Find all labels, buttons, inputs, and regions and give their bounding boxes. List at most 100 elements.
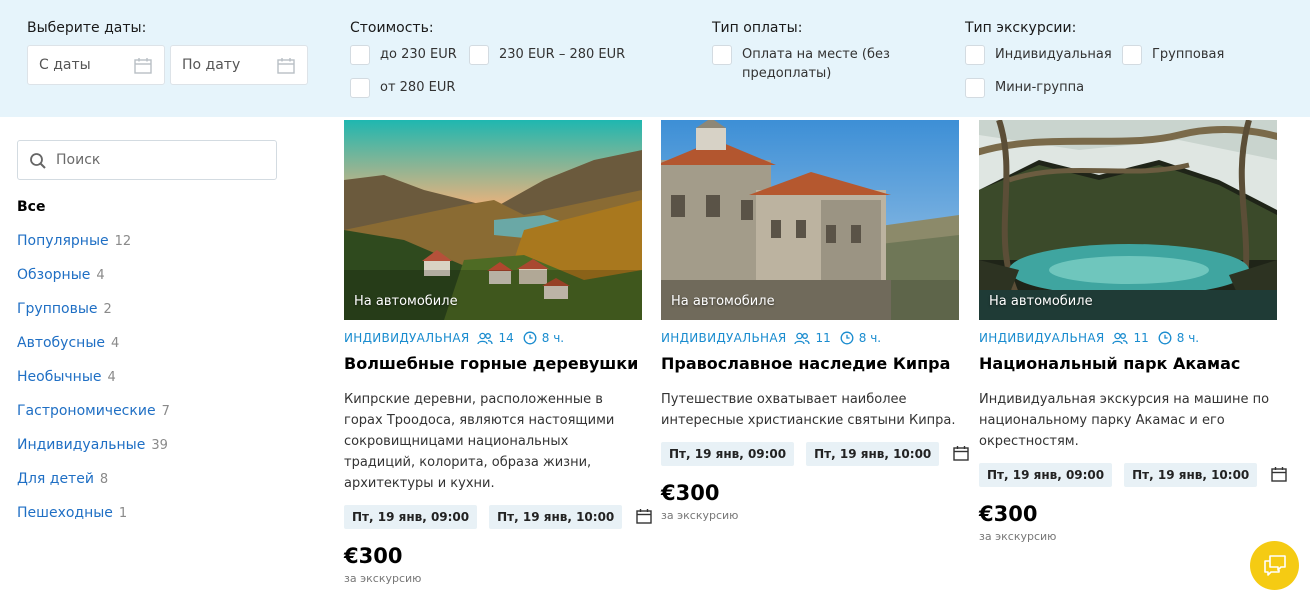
price-note: за экскурсию	[344, 572, 422, 585]
group-icon	[1112, 332, 1129, 345]
excursion-type-option[interactable]: Индивидуальная	[965, 45, 1112, 65]
category-name: Для детей	[17, 471, 94, 487]
category-count: 4	[107, 370, 116, 385]
clock-icon	[840, 331, 854, 345]
date-slot[interactable]: Пт, 19 янв, 09:00	[344, 505, 478, 529]
excursion-price: €300	[661, 481, 720, 505]
excursion-title[interactable]: Волшебные горные деревушки	[344, 354, 638, 373]
category-item[interactable]: Гастрономические 7	[17, 403, 170, 419]
excursion-type: ИНДИВИДУАЛЬНАЯ	[661, 331, 787, 345]
excursion-price: €300	[344, 544, 403, 568]
transport-label: На автомобиле	[671, 294, 775, 309]
date-slot[interactable]: Пт, 19 янв, 09:00	[979, 463, 1113, 487]
checkbox-label: до 230 EUR	[380, 47, 457, 62]
date-from-placeholder: С даты	[39, 57, 91, 73]
category-item[interactable]: Групповые 2	[17, 301, 112, 317]
search-input[interactable]: Поиск	[17, 140, 277, 180]
checkbox[interactable]	[1122, 45, 1142, 65]
category-name: Необычные	[17, 369, 102, 385]
excursion-meta: ИНДИВИДУАЛЬНАЯ 11 8 ч.	[979, 331, 1199, 345]
excursion-type: ИНДИВИДУАЛЬНАЯ	[344, 331, 470, 345]
dates-filter-title: Выберите даты:	[27, 20, 147, 36]
date-slot[interactable]: Пт, 19 янв, 10:00	[1124, 463, 1258, 487]
checkbox[interactable]	[350, 45, 370, 65]
price-option[interactable]: до 230 EUR	[350, 45, 457, 65]
category-name: Автобусные	[17, 335, 105, 351]
category-count: 39	[151, 438, 168, 453]
category-count: 4	[96, 268, 105, 283]
price-option[interactable]: 230 EUR – 280 EUR	[469, 45, 625, 65]
date-slots: Пт, 19 янв, 09:00 Пт, 19 янв, 10:00	[979, 463, 1289, 487]
excursion-type-option[interactable]: Групповая	[1122, 45, 1224, 65]
calendar-icon[interactable]	[1271, 467, 1289, 483]
category-name: Пешеходные	[17, 505, 113, 521]
checkbox[interactable]	[469, 45, 489, 65]
category-count: 1	[118, 506, 128, 521]
category-item[interactable]: Индивидуальные 39	[17, 437, 168, 453]
category-name: Все	[17, 199, 46, 215]
clock-icon	[523, 331, 537, 345]
group-size: 14	[498, 331, 514, 345]
excursion-description: Кипрские деревни, расположенные в горах …	[344, 392, 615, 491]
excursion-card[interactable]: На автомобиле ИНДИВИДУАЛЬНАЯ 11 8 ч. Пра…	[661, 120, 969, 522]
excursion-card[interactable]: На автомобиле ИНДИВИДУАЛЬНАЯ 14 8 ч. Вол…	[344, 120, 652, 585]
category-name: Гастрономические	[17, 403, 156, 419]
payment-option[interactable]: Оплата на месте (без предоплаты)	[712, 45, 912, 83]
category-item[interactable]: Пешеходные 1	[17, 505, 127, 521]
category-item[interactable]: Для детей 8	[17, 471, 108, 487]
category-name: Индивидуальные	[17, 437, 146, 453]
excursion-title[interactable]: Национальный парк Акамас	[979, 354, 1240, 373]
price-note: за экскурсию	[979, 530, 1057, 543]
group-icon	[794, 332, 811, 345]
category-count: 12	[114, 234, 132, 249]
filter-bar: Выберите даты: С даты По дату Стоимость:…	[0, 0, 1310, 117]
checkbox[interactable]	[712, 45, 732, 65]
checkbox-label: Групповая	[1152, 47, 1225, 62]
excursion-title[interactable]: Православное наследие Кипра	[661, 354, 950, 373]
duration: 8 ч.	[541, 331, 565, 345]
category-name: Обзорные	[17, 267, 91, 283]
checkbox-label: Мини-группа	[995, 80, 1085, 95]
search-placeholder: Поиск	[56, 152, 101, 168]
excursion-photo[interactable]: На автомобиле	[979, 120, 1277, 320]
calendar-icon[interactable]	[953, 446, 971, 462]
excursion-price: €300	[979, 502, 1038, 526]
excursion-description: Путешествие охватывает наиболее интересн…	[661, 392, 956, 428]
calendar-icon[interactable]	[636, 509, 654, 525]
checkbox[interactable]	[350, 78, 370, 98]
excursion-type-option[interactable]: Мини-группа	[965, 78, 1084, 98]
duration: 8 ч.	[1176, 331, 1200, 345]
date-slots: Пт, 19 янв, 09:00 Пт, 19 янв, 10:00	[661, 442, 971, 466]
clock-icon	[1158, 331, 1172, 345]
category-item[interactable]: Необычные 4	[17, 369, 116, 385]
price-option[interactable]: от 280 EUR	[350, 78, 455, 98]
category-item[interactable]: Автобусные 4	[17, 335, 119, 351]
date-slot[interactable]: Пт, 19 янв, 09:00	[661, 442, 795, 466]
calendar-icon	[134, 58, 152, 74]
chat-icon	[1264, 555, 1286, 576]
category-item[interactable]: Популярные 12	[17, 233, 131, 249]
checkbox[interactable]	[965, 45, 985, 65]
date-slot[interactable]: Пт, 19 янв, 10:00	[806, 442, 940, 466]
transport-label: На автомобиле	[354, 294, 458, 309]
excursion-photo[interactable]: На автомобиле	[661, 120, 959, 320]
date-slot[interactable]: Пт, 19 янв, 10:00	[489, 505, 623, 529]
date-from-field[interactable]: С даты	[27, 45, 165, 85]
checkbox-label: от 280 EUR	[380, 80, 456, 95]
calendar-icon	[277, 58, 295, 74]
date-to-field[interactable]: По дату	[170, 45, 308, 85]
category-count: 2	[103, 302, 112, 317]
excursion-meta: ИНДИВИДУАЛЬНАЯ 11 8 ч.	[661, 331, 881, 345]
category-count: 4	[111, 336, 120, 351]
excursion-card[interactable]: На автомобиле ИНДИВИДУАЛЬНАЯ 11 8 ч. Нац…	[979, 120, 1287, 543]
price-filter-title: Стоимость:	[350, 20, 434, 36]
category-all[interactable]: Все	[17, 199, 45, 215]
group-size: 11	[815, 331, 831, 345]
excursion-photo[interactable]: На автомобиле	[344, 120, 642, 320]
excursion-type-filter-title: Тип экскурсии:	[965, 20, 1077, 36]
price-note: за экскурсию	[661, 509, 739, 522]
excursion-description: Индивидуальная экскурсия на машине по на…	[979, 392, 1270, 449]
checkbox[interactable]	[965, 78, 985, 98]
chat-button[interactable]	[1250, 541, 1299, 590]
category-item[interactable]: Обзорные 4	[17, 267, 105, 283]
